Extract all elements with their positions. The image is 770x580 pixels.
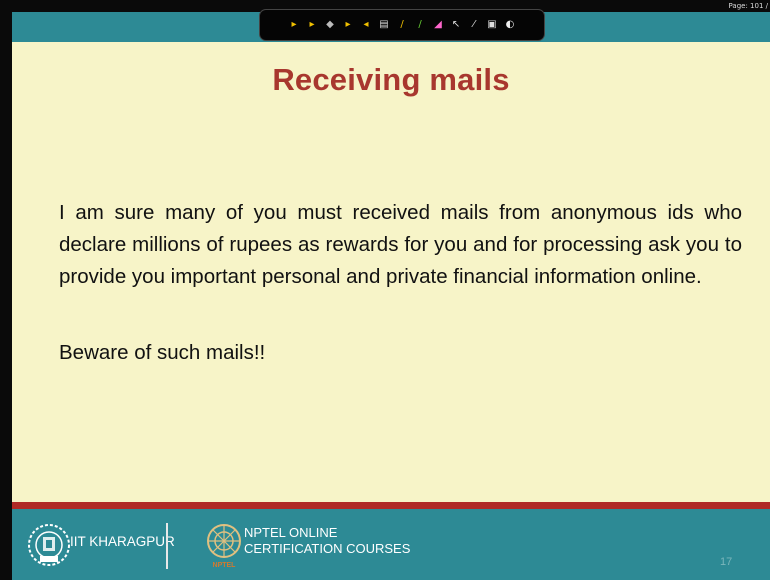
arrow-left-icon[interactable]: ◂ — [360, 19, 372, 31]
slide-title: Receiving mails — [272, 62, 510, 97]
nptel-logo-icon: NPTEL — [207, 524, 241, 569]
slide-footer: IIT KHARAGPUR NPTEL NPTEL ONLINE CERTIFI… — [12, 509, 770, 580]
marker-icon[interactable]: / — [414, 19, 426, 31]
slide-number: 17 — [720, 556, 733, 568]
annotation-toolbar: ▸ ▸ ◆ ▸ ◂ ▤ / / ◢ ↖ ⁄ ▣ ◐ — [260, 10, 544, 40]
slide: ▸ ▸ ◆ ▸ ◂ ▤ / / ◢ ↖ ⁄ ▣ ◐ Receiving mails I am sure … — [12, 10, 770, 580]
iit-kharagpur-logo-icon — [28, 524, 70, 566]
institute-name: IIT KHARAGPUR — [70, 534, 175, 549]
highlighter-icon[interactable]: ◢ — [432, 19, 444, 31]
footer-divider — [12, 502, 770, 509]
presentation-window: Page: 101 / ▸ ▸ ◆ ▸ ◂ ▤ / / ◢ ↖ ⁄ ▣ ◐ Receiving mail… — [0, 0, 770, 580]
pen-icon[interactable]: / — [396, 19, 408, 31]
arrow-right-icon[interactable]: ▸ — [288, 19, 300, 31]
svg-text:NPTEL: NPTEL — [213, 562, 237, 569]
slide-warning-text: Beware of such mails!! — [59, 341, 266, 364]
document-icon[interactable]: ▤ — [378, 19, 390, 31]
nptel-title-line2: CERTIFICATION COURSES — [244, 541, 411, 556]
slide-body-text: I am sure many of you must received mail… — [59, 201, 742, 288]
arrow-right-icon[interactable]: ▸ — [342, 19, 354, 31]
arrow-right-icon[interactable]: ▸ — [306, 19, 318, 31]
nptel-title-line1: NPTEL ONLINE — [244, 525, 338, 540]
box-icon[interactable]: ▣ — [486, 19, 498, 31]
line-tool-icon[interactable]: ⁄ — [468, 19, 480, 31]
select-icon[interactable]: ◆ — [324, 19, 336, 31]
footer-separator — [166, 523, 168, 569]
pointer-icon[interactable]: ↖ — [450, 19, 462, 31]
page-indicator: Page: 101 / — [728, 2, 768, 10]
eraser-icon[interactable]: ◐ — [504, 19, 516, 31]
